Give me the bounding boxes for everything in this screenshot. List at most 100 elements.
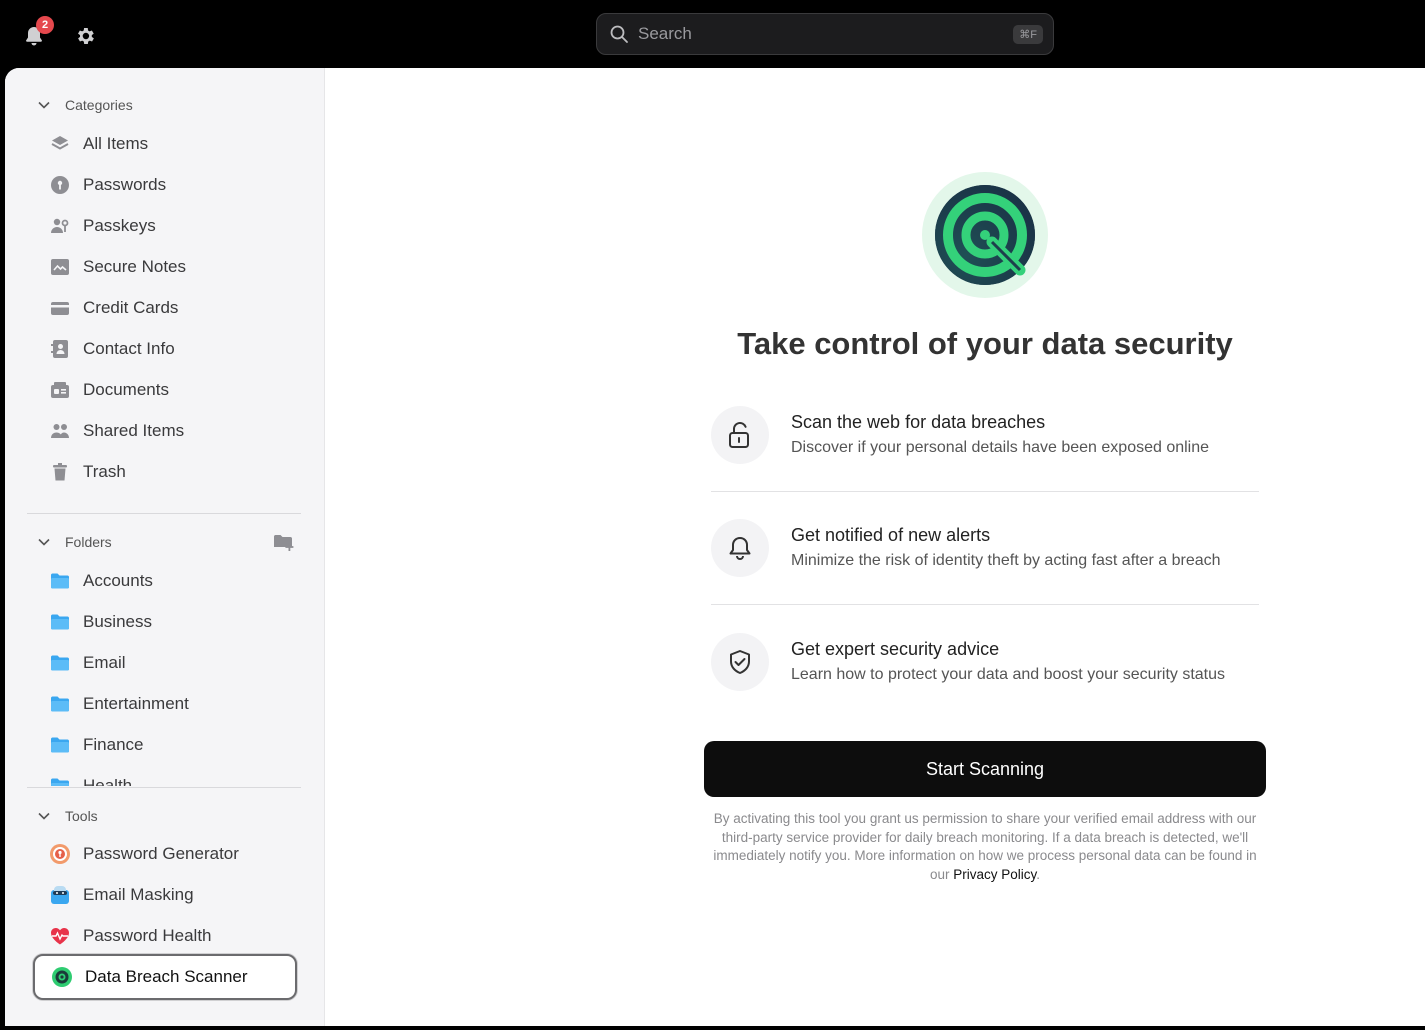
chevron-down-icon — [38, 538, 50, 546]
start-scanning-button[interactable]: Start Scanning — [704, 741, 1266, 797]
sidebar-item-label: Finance — [83, 735, 144, 754]
sidebar-item-passwords[interactable]: Passwords — [33, 166, 297, 204]
shared-icon — [49, 420, 71, 442]
feature-notifications: Get notified of new alerts Minimize the … — [711, 519, 1259, 579]
sidebar: Categories All Items Passwords Passkeys … — [5, 68, 325, 1026]
sidebar-item-label: Passkeys — [83, 216, 156, 235]
shield-check-icon — [730, 650, 750, 674]
data-breach-scanner-logo-icon — [922, 172, 1048, 298]
feature-icon-container — [711, 406, 769, 464]
top-bar: 2 Search ⌘F — [0, 0, 1425, 68]
sidebar-item-label: Email Masking — [83, 885, 194, 904]
disclaimer-text: By activating this tool you grant us per… — [705, 810, 1265, 884]
search-icon — [610, 25, 628, 43]
key-icon — [49, 174, 71, 196]
folder-icon — [49, 611, 71, 633]
disclaimer-end: . — [1036, 866, 1041, 882]
contact-icon — [49, 338, 71, 360]
privacy-policy-link[interactable]: Privacy Policy — [953, 867, 1036, 882]
folders-section-header[interactable]: Folders — [37, 532, 112, 552]
breach-scanner-icon — [51, 966, 73, 988]
sidebar-folder-email[interactable]: Email — [33, 644, 297, 682]
feature-title: Get notified of new alerts — [791, 525, 991, 545]
passkey-icon — [49, 215, 71, 237]
settings-gear-icon[interactable] — [74, 25, 96, 47]
sidebar-divider — [27, 513, 301, 514]
sidebar-item-label: Contact Info — [83, 339, 175, 358]
search-bar[interactable]: Search ⌘F — [596, 13, 1054, 55]
sidebar-folder-finance[interactable]: Finance — [33, 726, 297, 764]
sidebar-item-trash[interactable]: Trash — [33, 453, 297, 491]
sidebar-folder-health[interactable]: Health — [33, 767, 297, 786]
sidebar-folder-accounts[interactable]: Accounts — [33, 562, 297, 600]
sidebar-tool-email-masking[interactable]: Email Masking — [33, 876, 297, 914]
feature-title: Scan the web for data breaches — [791, 412, 1046, 432]
folder-icon — [49, 652, 71, 674]
sidebar-tool-password-generator[interactable]: Password Generator — [33, 835, 297, 873]
chevron-down-icon — [38, 812, 50, 820]
feature-divider — [711, 604, 1259, 605]
sidebar-item-shared-items[interactable]: Shared Items — [33, 412, 297, 450]
main-content: Take control of your data security Scan … — [325, 68, 1425, 1026]
add-folder-icon[interactable] — [273, 533, 295, 553]
sidebar-item-label: Password Generator — [83, 844, 239, 863]
sidebar-item-label: Shared Items — [83, 421, 185, 440]
feature-icon-container — [711, 633, 769, 691]
unlock-icon — [729, 421, 749, 448]
feature-description: Discover if your personal details have b… — [791, 439, 1210, 456]
page-title: Take control of your data security — [737, 326, 1233, 361]
feature-divider — [711, 491, 1259, 492]
folder-icon — [49, 693, 71, 715]
chevron-down-icon — [38, 101, 50, 109]
folder-icon — [49, 570, 71, 592]
sidebar-item-passkeys[interactable]: Passkeys — [33, 207, 297, 245]
sidebar-tool-password-health[interactable]: Password Health — [33, 917, 297, 955]
feature-icon-container — [711, 519, 769, 577]
sidebar-item-label: All Items — [83, 134, 149, 153]
feature-description: Learn how to protect your data and boost… — [791, 666, 1226, 683]
bell-icon — [729, 537, 751, 560]
categories-section-header[interactable]: Categories — [37, 95, 133, 115]
password-generator-icon — [49, 843, 71, 865]
app-window: Categories All Items Passwords Passkeys … — [5, 68, 1425, 1026]
sidebar-item-label: Trash — [83, 462, 126, 481]
notification-badge: 2 — [36, 16, 54, 34]
search-placeholder: Search — [638, 24, 692, 43]
sidebar-divider — [27, 787, 301, 788]
credit-card-icon — [49, 297, 71, 319]
tools-section-header[interactable]: Tools — [37, 806, 98, 826]
folders-label: Folders — [65, 534, 112, 550]
document-icon — [49, 379, 71, 401]
feature-expert-advice: Get expert security advice Learn how to … — [711, 633, 1259, 693]
sidebar-item-label: Business — [83, 612, 152, 631]
sidebar-item-label: Secure Notes — [83, 257, 186, 276]
sidebar-item-label: Health — [83, 776, 133, 786]
folder-icon — [49, 734, 71, 756]
sidebar-item-label: Data Breach Scanner — [85, 967, 248, 986]
sidebar-item-label: Credit Cards — [83, 298, 179, 317]
sidebar-item-credit-cards[interactable]: Credit Cards — [33, 289, 297, 327]
sidebar-tool-data-breach-scanner[interactable]: Data Breach Scanner — [33, 954, 297, 1000]
sidebar-item-label: Passwords — [83, 175, 167, 194]
layers-icon — [49, 133, 71, 155]
sidebar-item-label: Password Health — [83, 926, 212, 945]
sidebar-item-label: Accounts — [83, 571, 153, 590]
search-shortcut: ⌘F — [1013, 24, 1043, 44]
sidebar-folder-entertainment[interactable]: Entertainment — [33, 685, 297, 723]
feature-scan-web: Scan the web for data breaches Discover … — [711, 406, 1259, 466]
sidebar-item-documents[interactable]: Documents — [33, 371, 297, 409]
heart-pulse-icon — [49, 925, 71, 947]
sidebar-folder-business[interactable]: Business — [33, 603, 297, 641]
feature-title: Get expert security advice — [791, 639, 1000, 659]
feature-description: Minimize the risk of identity theft by a… — [791, 552, 1221, 569]
sidebar-item-contact-info[interactable]: Contact Info — [33, 330, 297, 368]
sidebar-scroll-area[interactable]: Categories All Items Passwords Passkeys … — [5, 68, 325, 786]
sidebar-item-label: Documents — [83, 380, 169, 399]
tools-label: Tools — [65, 808, 98, 824]
sidebar-item-label: Email — [83, 653, 126, 672]
folder-icon — [49, 775, 71, 786]
sidebar-item-label: Entertainment — [83, 694, 189, 713]
trash-icon — [49, 461, 71, 483]
sidebar-item-all-items[interactable]: All Items — [33, 125, 297, 163]
sidebar-item-secure-notes[interactable]: Secure Notes — [33, 248, 297, 286]
